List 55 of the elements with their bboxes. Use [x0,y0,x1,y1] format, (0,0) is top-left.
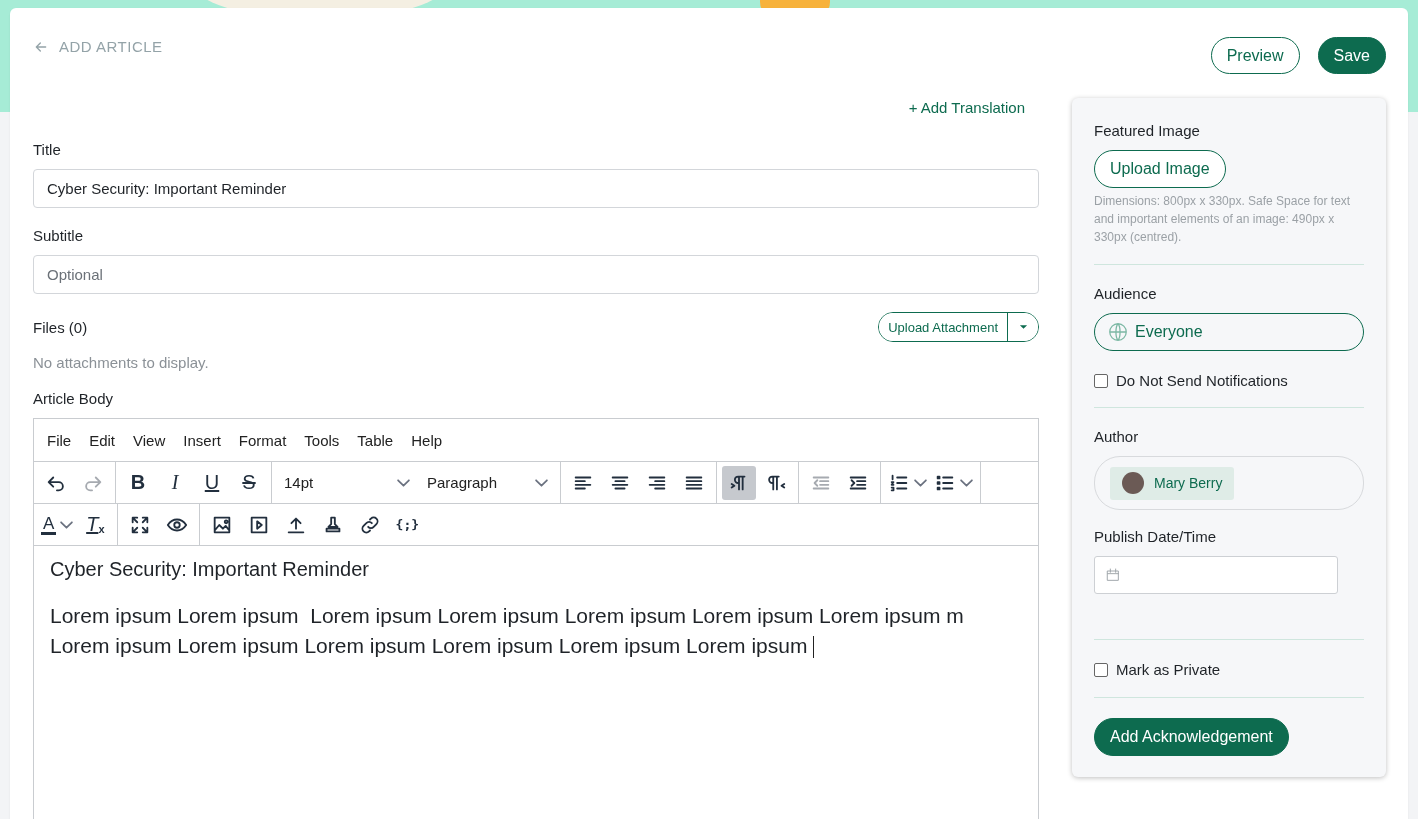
files-label: Files (0) [33,318,88,336]
author-field[interactable]: Mary Berry [1094,456,1364,510]
menu-item[interactable]: Format [229,431,296,449]
checkbox[interactable] [1094,662,1108,677]
add-translation-link[interactable]: + Add Translation [908,99,1025,121]
save-button[interactable]: Save [1317,37,1386,74]
page-title: ADD ARTICLE [59,38,163,55]
text-input-field[interactable]: Optional [33,255,1039,294]
menu-item[interactable]: Insert [174,431,230,449]
preview-button[interactable]: Preview [1210,37,1300,74]
format-button[interactable]: I [158,465,192,500]
field-label: Subtitle [33,227,85,246]
caret-icon [1018,324,1028,330]
menu-item[interactable]: Table [348,431,403,449]
section-label: Author [1094,428,1140,445]
section-label: Publish Date/Time [1094,528,1217,545]
text-input-field[interactable]: Cyber Security: Important Reminder [33,169,1039,208]
field-label: Title [33,141,62,160]
chevron-down-icon [535,478,548,487]
menu-item[interactable]: View [124,431,175,449]
article-paragraph: Lorem ipsum Lorem ipsum Lorem ipsum Lorem ipsum Lorem ipsum Lorem ipsum Lorem ipsum m Lorem ipsum Lorem ipsum Lorem ipsum Lorem ipsum Lorem ipsum Lorem ipsum [50,603,965,661]
avatar [1122,472,1144,494]
section-label: Audience [1094,285,1158,302]
upload-image-button[interactable]: Upload Image [1094,150,1226,188]
chevron-down-icon [960,478,973,487]
globe-icon [1107,321,1129,343]
add-acknowledgement-button[interactable]: Add Acknowledgement [1094,718,1289,756]
article-heading: Cyber Security: Important Reminder [50,558,370,581]
format-button[interactable]: B [121,465,155,500]
upload-attachment-button[interactable]: Upload Attachment [879,313,1008,341]
chevron-down-icon [397,478,410,487]
menu-item[interactable]: Edit [80,431,125,449]
calendar-icon [1105,567,1121,583]
menu-item[interactable]: Help [402,431,452,449]
font-size-select[interactable]: 14pt [277,465,417,500]
checkbox-label: Do Not Send Notifications [1116,372,1288,389]
menu-item[interactable]: File [38,431,81,449]
text-color-button[interactable]: A [39,507,76,542]
code-sample-button[interactable]: {;} [390,507,425,542]
chevron-down-icon [60,520,74,529]
chevron-down-icon [914,478,927,487]
image-hint: Dimensions: 800px x 330px. Safe Space for text and important elements of an image: 490px x 330px (centred). [1094,193,1352,246]
format-button[interactable]: U [195,465,229,500]
clear-formatting-button[interactable]: Tx [78,507,113,542]
menu-item[interactable]: Tools [295,431,349,449]
left-to-right-button[interactable] [722,465,756,500]
format-button[interactable]: S [232,465,266,500]
empty-message: No attachments to display. [33,354,210,371]
author-chip[interactable]: Mary Berry [1110,466,1235,500]
checkbox-label: Mark as Private [1116,661,1221,678]
block-format-select[interactable]: Paragraph [420,465,555,500]
field-label: Article Body [33,390,115,409]
date-input-field[interactable] [1094,556,1338,594]
checkbox[interactable] [1094,373,1108,388]
section-label: Featured Image [1094,122,1201,139]
